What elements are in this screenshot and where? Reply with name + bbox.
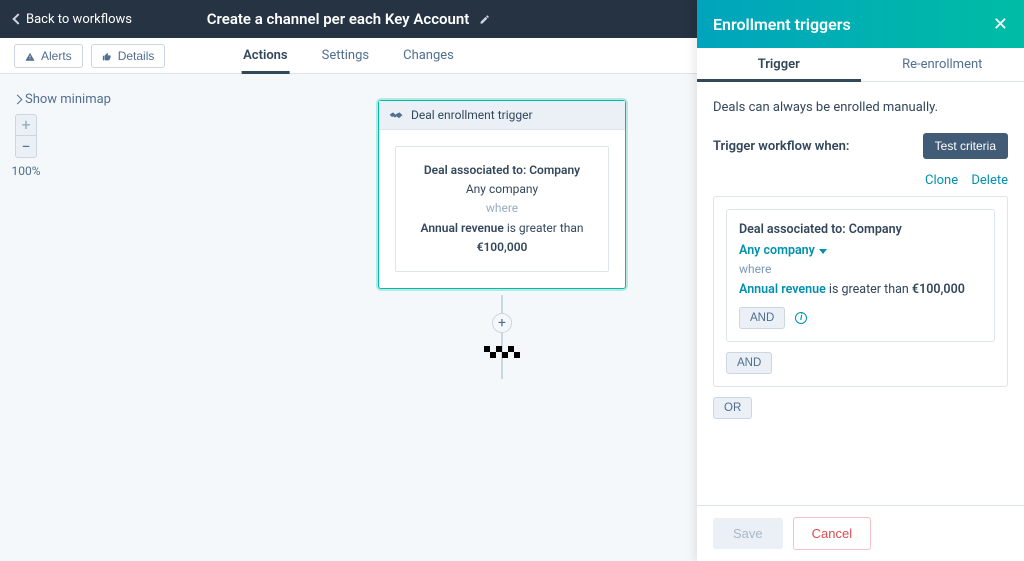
pencil-icon[interactable] bbox=[479, 14, 490, 25]
chevron-right-icon bbox=[13, 95, 23, 105]
zoom-in-button[interactable]: + bbox=[15, 114, 37, 136]
and-button-inner[interactable]: AND bbox=[739, 307, 785, 329]
handshake-icon bbox=[389, 109, 403, 121]
cancel-button[interactable]: Cancel bbox=[793, 517, 871, 550]
drawer-title: Enrollment triggers bbox=[713, 15, 851, 34]
add-action-button[interactable]: + bbox=[492, 313, 512, 333]
workflow-canvas[interactable]: Show minimap + − 100% Deal enrollment tr… bbox=[0, 74, 697, 561]
criteria-group: Deal associated to: Company Any company … bbox=[713, 196, 1008, 387]
subheader-buttons: Alerts Details bbox=[0, 44, 165, 68]
node-any-company: Any company bbox=[404, 180, 600, 199]
zoom-value: 100% bbox=[11, 164, 40, 178]
workflow-title: Create a channel per each Key Account bbox=[207, 10, 470, 28]
tab-settings[interactable]: Settings bbox=[322, 38, 369, 73]
and-button-outer[interactable]: AND bbox=[726, 352, 772, 374]
sub-header: Alerts Details Actions Settings Changes bbox=[0, 38, 697, 74]
node-header: Deal enrollment trigger bbox=[379, 101, 625, 130]
any-company-label: Any company bbox=[739, 243, 815, 258]
node-body: Deal associated to: Company Any company … bbox=[379, 130, 625, 288]
connector-line bbox=[501, 295, 503, 379]
test-criteria-button[interactable]: Test criteria bbox=[923, 133, 1008, 159]
or-button[interactable]: OR bbox=[713, 397, 752, 419]
tab-trigger[interactable]: Trigger bbox=[697, 48, 861, 81]
delete-link[interactable]: Delete bbox=[971, 173, 1008, 188]
node-value: €100,000 bbox=[404, 238, 600, 257]
drawer-tabs: Trigger Re-enrollment bbox=[697, 48, 1024, 82]
enrollment-triggers-drawer: Enrollment triggers ✕ Trigger Re-enrollm… bbox=[697, 0, 1024, 561]
tab-changes[interactable]: Changes bbox=[403, 38, 454, 73]
info-icon[interactable]: i bbox=[795, 312, 807, 324]
trigger-label: Trigger workflow when: bbox=[713, 139, 849, 154]
alerts-label: Alerts bbox=[41, 49, 72, 63]
trigger-row: Trigger workflow when: Test criteria bbox=[713, 133, 1008, 159]
zoom-out-button[interactable]: − bbox=[15, 136, 37, 158]
tab-reenrollment[interactable]: Re-enrollment bbox=[861, 48, 1024, 81]
chevron-left-icon bbox=[12, 13, 23, 24]
main-tabs: Actions Settings Changes bbox=[243, 38, 454, 73]
any-company-dropdown[interactable]: Any company bbox=[739, 243, 827, 258]
enrollment-trigger-node[interactable]: Deal enrollment trigger Deal associated … bbox=[378, 100, 626, 289]
inner-and-row: AND i bbox=[739, 307, 982, 329]
save-button[interactable]: Save bbox=[713, 518, 783, 549]
node-where: where bbox=[404, 199, 600, 218]
criteria-card: Deal associated to: Company Any company … bbox=[726, 209, 995, 342]
criteria-assoc: Deal associated to: Company bbox=[739, 222, 982, 237]
criteria-action-links: Clone Delete bbox=[713, 173, 1008, 188]
warning-icon bbox=[25, 51, 35, 61]
condition-line: Annual revenue is greater than €100,000 bbox=[739, 282, 982, 297]
condition-value: €100,000 bbox=[912, 282, 965, 297]
node-condition: Annual revenue is greater than bbox=[404, 219, 600, 238]
enroll-note: Deals can always be enrolled manually. bbox=[713, 100, 1008, 115]
clone-link[interactable]: Clone bbox=[925, 173, 958, 188]
details-label: Details bbox=[118, 49, 155, 63]
drawer-footer: Save Cancel bbox=[697, 505, 1024, 561]
back-label: Back to workflows bbox=[26, 12, 132, 27]
condition-property[interactable]: Annual revenue bbox=[739, 282, 826, 297]
show-minimap-toggle[interactable]: Show minimap bbox=[14, 92, 111, 107]
drawer-header: Enrollment triggers ✕ bbox=[697, 0, 1024, 48]
caret-down-icon bbox=[819, 249, 827, 254]
thumbs-up-icon bbox=[102, 51, 112, 61]
zoom-controls: + − 100% bbox=[14, 114, 38, 178]
workflow-title-wrap: Create a channel per each Key Account bbox=[207, 10, 491, 28]
top-header: Back to workflows Create a channel per e… bbox=[0, 0, 697, 38]
where-text: where bbox=[739, 262, 982, 276]
end-marker-icon bbox=[484, 346, 520, 358]
node-criteria: Deal associated to: Company Any company … bbox=[395, 146, 609, 272]
node-title: Deal enrollment trigger bbox=[411, 108, 533, 122]
tab-actions[interactable]: Actions bbox=[243, 38, 288, 73]
back-to-workflows[interactable]: Back to workflows bbox=[0, 12, 132, 27]
drawer-body: Deals can always be enrolled manually. T… bbox=[697, 82, 1024, 505]
close-icon[interactable]: ✕ bbox=[993, 14, 1008, 35]
node-assoc-line: Deal associated to: Company bbox=[404, 161, 600, 180]
details-button[interactable]: Details bbox=[91, 44, 166, 68]
show-minimap-label: Show minimap bbox=[25, 92, 111, 107]
alerts-button[interactable]: Alerts bbox=[14, 44, 83, 68]
